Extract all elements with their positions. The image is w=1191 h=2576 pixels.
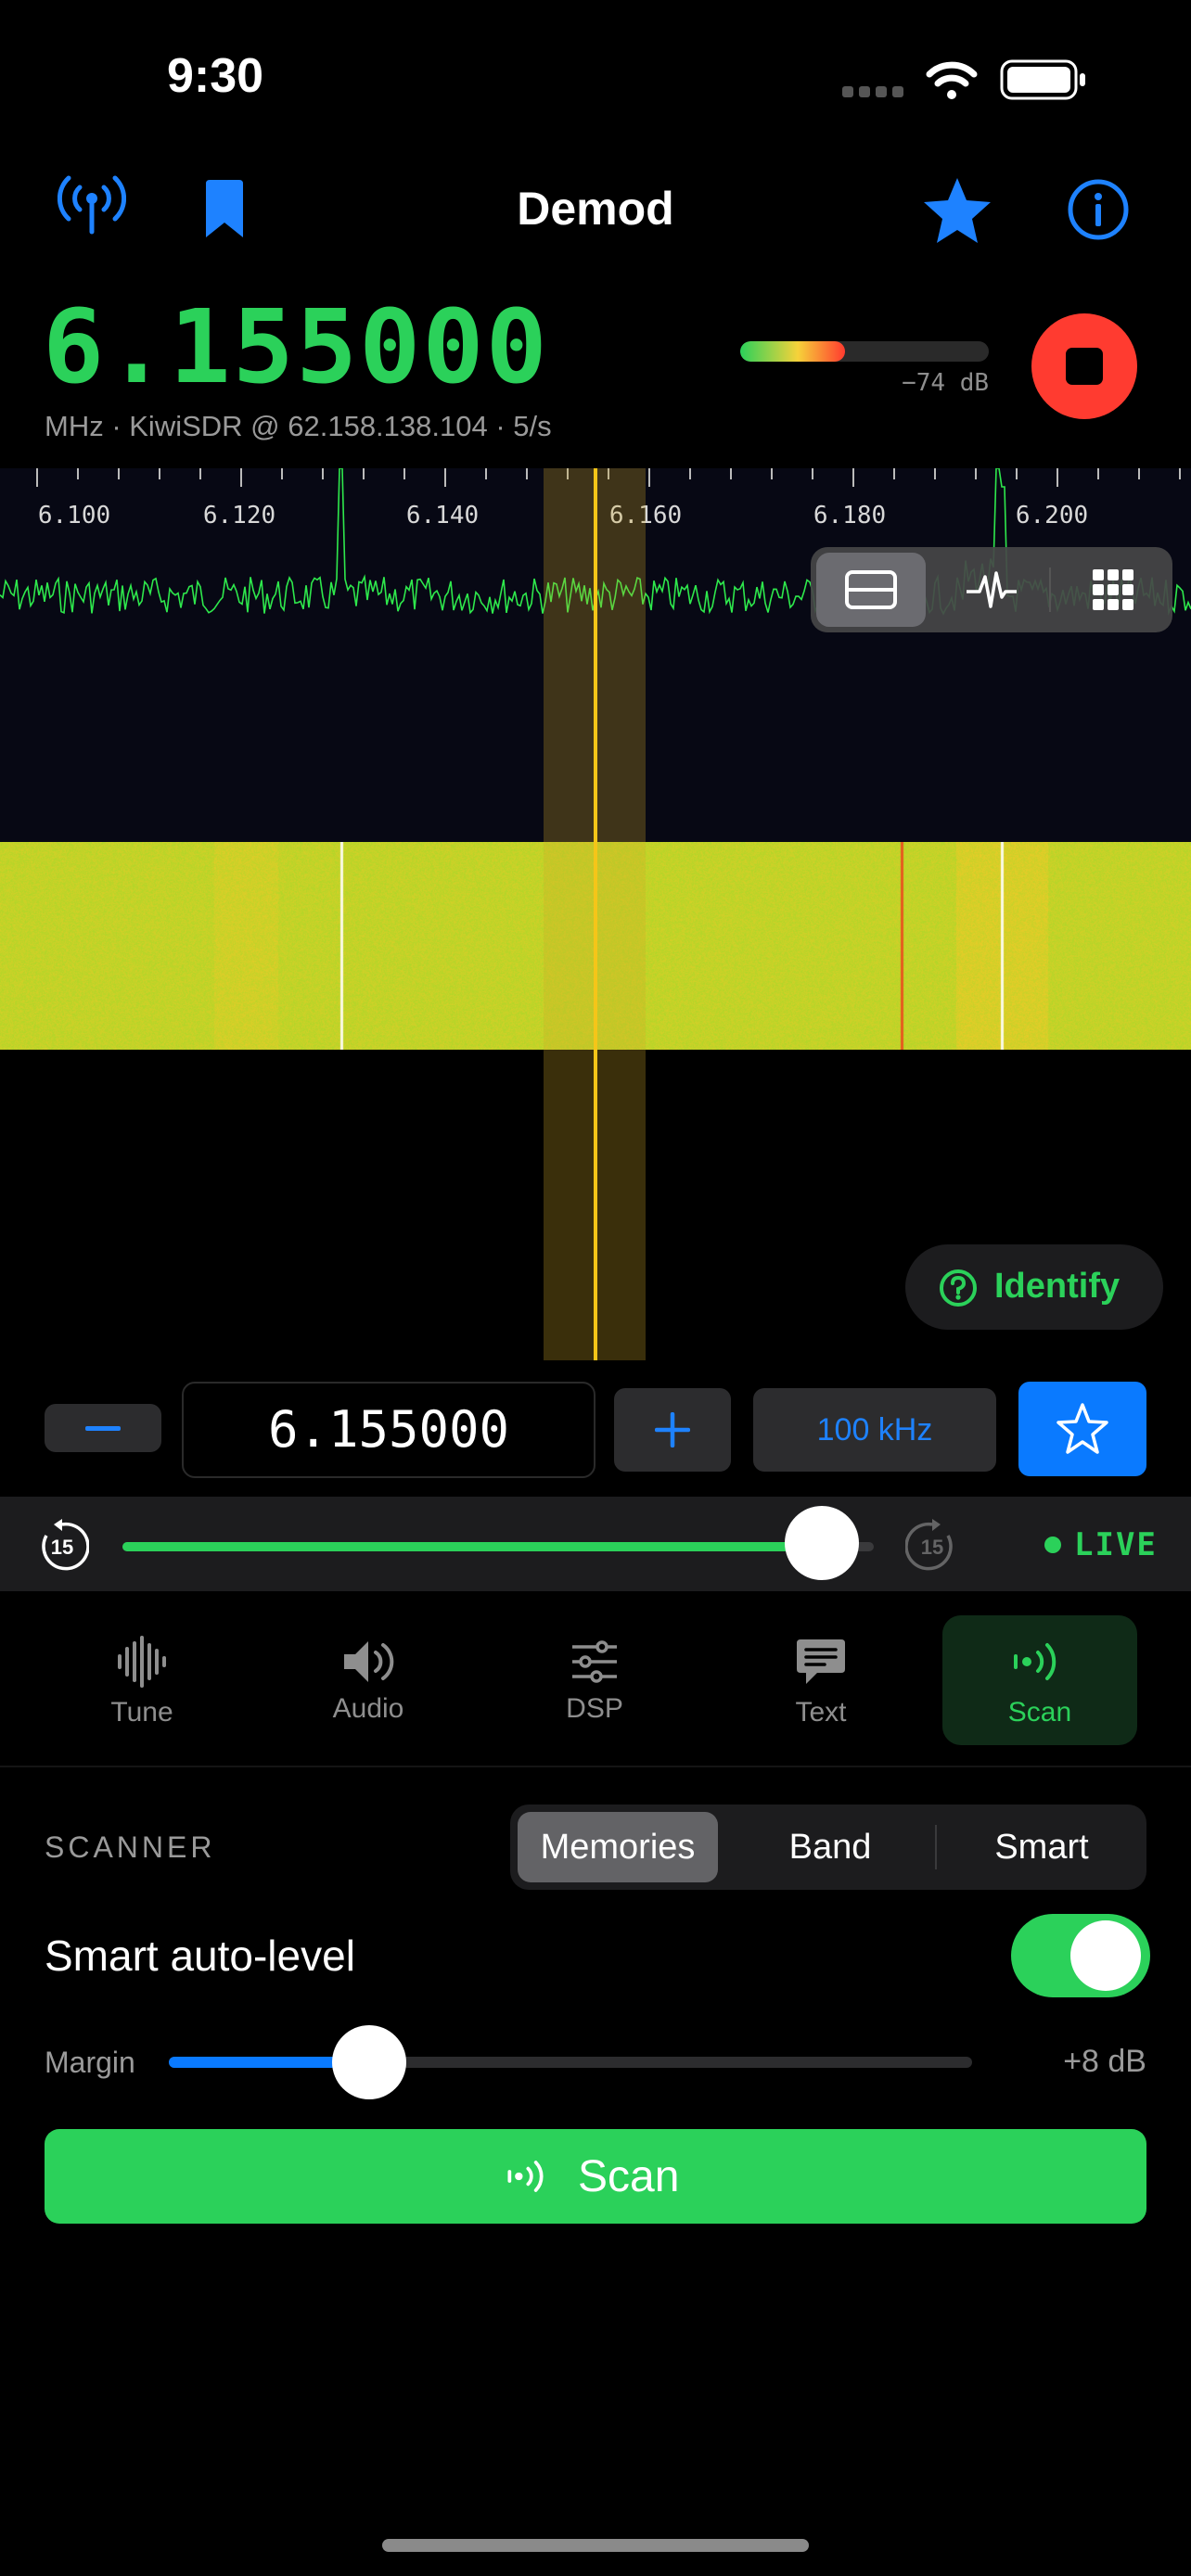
decrement-frequency-button[interactable] bbox=[45, 1404, 161, 1452]
signal-db-readout: −74 dB bbox=[902, 369, 989, 397]
tick-label: 6.140 bbox=[405, 502, 480, 529]
margin-label: Margin bbox=[45, 2046, 135, 2079]
stop-icon bbox=[1066, 348, 1103, 385]
forward-15-button[interactable]: 15 bbox=[905, 1519, 959, 1573]
tab-label: Tune bbox=[110, 1697, 173, 1728]
scan-icon bbox=[1014, 1643, 1057, 1680]
message-icon bbox=[797, 1639, 845, 1684]
tab-label: Text bbox=[795, 1697, 847, 1728]
tick-label: 6.120 bbox=[202, 502, 276, 529]
star-icon[interactable] bbox=[920, 174, 994, 245]
wifi-icon bbox=[926, 61, 978, 99]
live-dot bbox=[1044, 1537, 1061, 1553]
frequency-input[interactable]: 6.155000 bbox=[182, 1382, 596, 1478]
home-indicator bbox=[382, 2539, 809, 2552]
grid-icon bbox=[1093, 569, 1133, 610]
divider bbox=[0, 1766, 1191, 1767]
auto-level-toggle[interactable] bbox=[1011, 1914, 1150, 1997]
mode-memories[interactable]: Memories bbox=[518, 1812, 718, 1882]
tab-tune[interactable]: Tune bbox=[45, 1615, 239, 1745]
live-indicator[interactable]: LIVE bbox=[1074, 1526, 1158, 1563]
battery-icon bbox=[1000, 59, 1085, 100]
info-icon[interactable] bbox=[1067, 178, 1130, 241]
scan-button-label: Scan bbox=[578, 2152, 680, 2201]
waveform-icon bbox=[118, 1636, 166, 1688]
identify-label: Identify bbox=[994, 1267, 1121, 1306]
auto-level-label: Smart auto-level bbox=[45, 1932, 355, 1980]
scan-icon bbox=[507, 2161, 544, 2192]
tab-dsp[interactable]: DSP bbox=[497, 1615, 692, 1745]
tick-label: 6.180 bbox=[813, 502, 887, 529]
identify-button[interactable]: Identify bbox=[905, 1244, 1163, 1330]
receiver-info: MHz · KiwiSDR @ 62.158.138.104 · 5/s bbox=[45, 410, 552, 442]
toggle-knob bbox=[1070, 1920, 1141, 1991]
split-view-button[interactable] bbox=[816, 553, 926, 627]
stop-button[interactable] bbox=[1031, 313, 1137, 419]
timeline-progress bbox=[122, 1542, 822, 1551]
tab-audio[interactable]: Audio bbox=[271, 1615, 466, 1745]
tab-label: Scan bbox=[1007, 1697, 1072, 1728]
rewind-label: 15 bbox=[50, 1536, 74, 1559]
tick-label: 6.100 bbox=[37, 502, 111, 529]
tab-label: DSP bbox=[566, 1693, 623, 1724]
tab-label: Audio bbox=[332, 1693, 404, 1724]
signal-level-meter bbox=[740, 341, 989, 362]
margin-slider-thumb[interactable] bbox=[332, 2025, 406, 2099]
forward-label: 15 bbox=[920, 1536, 944, 1559]
question-circle-icon bbox=[940, 1269, 977, 1307]
sliders-icon bbox=[572, 1640, 617, 1683]
speaker-icon bbox=[344, 1641, 394, 1682]
tab-text[interactable]: Text bbox=[724, 1615, 918, 1745]
waveform-view-button[interactable] bbox=[937, 553, 1046, 627]
rewind-15-button[interactable]: 15 bbox=[35, 1519, 89, 1573]
star-outline-icon bbox=[1057, 1403, 1108, 1454]
mode-smart[interactable]: Smart bbox=[944, 1812, 1139, 1882]
section-header: SCANNER bbox=[45, 1830, 216, 1864]
tick-label: 6.200 bbox=[1015, 502, 1089, 529]
frequency-display: 6.155000 bbox=[43, 287, 549, 406]
scan-mode-selector[interactable]: Memories Band Smart bbox=[510, 1804, 1146, 1890]
grid-view-button[interactable] bbox=[1057, 553, 1167, 627]
tuning-marker[interactable] bbox=[594, 468, 597, 1360]
view-mode-selector[interactable] bbox=[811, 547, 1172, 632]
mode-band[interactable]: Band bbox=[733, 1812, 928, 1882]
tab-scan[interactable]: Scan bbox=[942, 1615, 1137, 1745]
minus-icon bbox=[85, 1426, 121, 1431]
timeline-scrubber[interactable] bbox=[785, 1506, 859, 1580]
plus-icon bbox=[655, 1412, 690, 1447]
cellular-signal-icon bbox=[842, 85, 909, 102]
increment-frequency-button[interactable] bbox=[614, 1388, 731, 1472]
split-view-icon bbox=[845, 570, 897, 609]
waveform-icon bbox=[967, 571, 1017, 608]
scan-button[interactable]: Scan bbox=[45, 2129, 1146, 2224]
status-time: 9:30 bbox=[167, 49, 264, 103]
signal-level-fill bbox=[740, 341, 845, 362]
step-size-selector[interactable]: 100 kHz bbox=[753, 1388, 996, 1472]
add-favorite-button[interactable] bbox=[1018, 1382, 1146, 1476]
page-title: Demod bbox=[517, 183, 674, 235]
margin-value: +8 dB bbox=[1063, 2044, 1146, 2079]
